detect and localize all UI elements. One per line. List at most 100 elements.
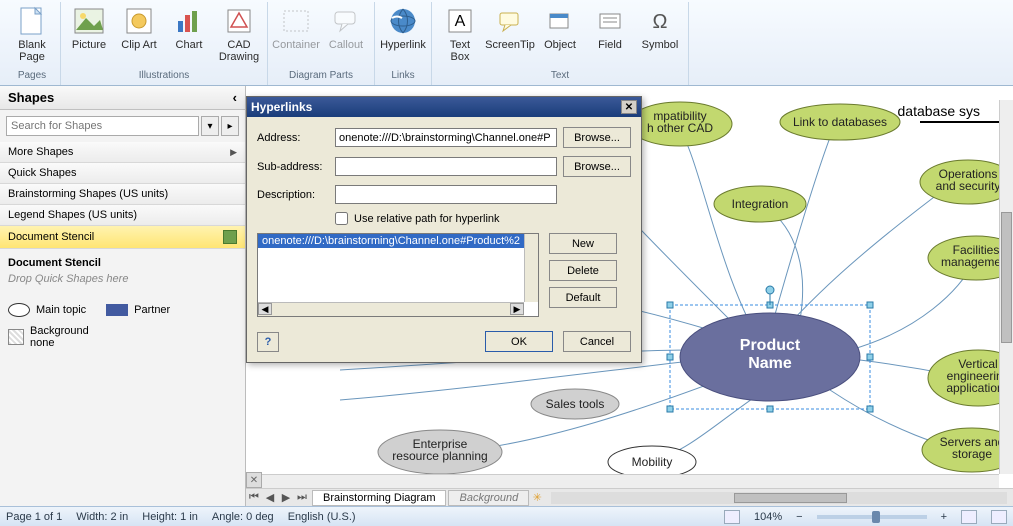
shape-background-none[interactable]: Background none <box>8 325 89 349</box>
dialog-close-button[interactable]: ✕ <box>621 100 637 114</box>
default-hyperlink-button[interactable]: Default <box>549 287 617 308</box>
doc-stencil-hint: Drop Quick Shapes here <box>8 273 237 285</box>
stencil-legend[interactable]: Legend Shapes (US units) <box>0 205 245 226</box>
text-box-button[interactable]: AText Box <box>436 2 484 68</box>
shapes-search-row: ▾ ▸ <box>0 110 245 142</box>
group-label-text: Text <box>551 68 569 83</box>
zoom-slider[interactable] <box>817 515 927 519</box>
vertical-scrollbar[interactable] <box>999 100 1013 474</box>
symbol-button[interactable]: ΩSymbol <box>636 2 684 68</box>
new-page-button[interactable]: ✳ <box>529 490 545 506</box>
blank-page-button[interactable]: Blank Page <box>8 2 56 68</box>
svg-text:ProductName: ProductName <box>740 337 801 372</box>
stencil-more-shapes[interactable]: More Shapes▶ <box>0 142 245 163</box>
node-opsec[interactable]: Operationsand security <box>920 160 1000 204</box>
ok-button[interactable]: OK <box>485 331 553 352</box>
stencil-icon <box>223 230 237 244</box>
stencil-quick-shapes[interactable]: Quick Shapes <box>0 163 245 184</box>
shapes-panel-header: Shapes ‹ <box>0 86 245 110</box>
chart-icon <box>173 5 205 37</box>
new-hyperlink-button[interactable]: New <box>549 233 617 254</box>
svg-text:mpatibilityh other CAD: mpatibilityh other CAD <box>647 109 713 135</box>
diagram-title: database sys <box>898 103 981 119</box>
object-icon <box>544 5 576 37</box>
hyperlinks-listbox[interactable]: onenote:///D:\brainstorming\Channel.one#… <box>257 233 539 317</box>
rect-icon <box>106 304 128 316</box>
search-shapes-input[interactable] <box>6 116 199 136</box>
description-input[interactable] <box>335 185 557 204</box>
node-sales[interactable]: Sales tools <box>531 389 619 419</box>
hyperlink-icon <box>387 5 419 37</box>
node-integration[interactable]: Integration <box>714 186 806 222</box>
dialog-titlebar[interactable]: Hyperlinks ✕ <box>247 97 641 117</box>
browse-address-button[interactable]: Browse... <box>563 127 631 148</box>
page-tab-active[interactable]: Brainstorming Diagram <box>312 490 446 506</box>
chevron-left-icon[interactable]: ‹ <box>233 90 237 105</box>
last-page-button[interactable]: ⏭ <box>294 490 310 506</box>
shapes-panel: Shapes ‹ ▾ ▸ More Shapes▶ Quick Shapes B… <box>0 86 246 506</box>
fit-page-button[interactable] <box>961 510 977 524</box>
list-horizontal-scrollbar[interactable]: ◀▶ <box>258 302 524 316</box>
horizontal-scrollbar-canvas[interactable] <box>260 474 999 488</box>
shape-main-topic[interactable]: Main topic <box>8 303 86 317</box>
shape-partner[interactable]: Partner <box>106 303 170 317</box>
svg-text:Operationsand security: Operationsand security <box>936 167 1000 193</box>
ribbon-group-pages: Blank Page Pages <box>4 2 61 85</box>
ribbon-group-links: Hyperlink Links <box>375 2 432 85</box>
subaddress-input[interactable] <box>335 157 557 176</box>
dialog-help-button[interactable]: ? <box>257 332 279 352</box>
screentip-button[interactable]: ScreenTip <box>486 2 534 68</box>
chevron-right-icon: ▶ <box>230 147 237 158</box>
node-linkdb[interactable]: Link to databases <box>780 104 900 140</box>
group-label-links: Links <box>391 68 414 83</box>
status-width: Width: 2 in <box>76 511 128 523</box>
relative-path-checkbox[interactable] <box>335 212 348 225</box>
address-input[interactable] <box>335 128 557 147</box>
delete-hyperlink-button[interactable]: Delete <box>549 260 617 281</box>
cad-icon <box>223 5 255 37</box>
hyperlink-button[interactable]: Hyperlink <box>379 2 427 68</box>
search-dropdown-button[interactable]: ▾ <box>201 116 219 136</box>
full-screen-button[interactable] <box>991 510 1007 524</box>
zoom-in-button[interactable]: + <box>941 511 947 523</box>
cancel-button[interactable]: Cancel <box>563 331 631 352</box>
node-product-name[interactable]: ProductName <box>667 286 873 412</box>
chart-button[interactable]: Chart <box>165 2 213 68</box>
callout-icon <box>330 5 362 37</box>
cad-drawing-button[interactable]: CAD Drawing <box>215 2 263 68</box>
status-bar: Page 1 of 1 Width: 2 in Height: 1 in Ang… <box>0 506 1013 526</box>
search-go-button[interactable]: ▸ <box>221 116 239 136</box>
svg-text:Sales tools: Sales tools <box>546 397 605 411</box>
clip-art-button[interactable]: Clip Art <box>115 2 163 68</box>
list-vertical-scrollbar[interactable] <box>524 234 538 302</box>
field-button[interactable]: Field <box>586 2 634 68</box>
node-enterprise[interactable]: Enterpriseresource planning <box>378 430 502 474</box>
zoom-out-button[interactable]: − <box>796 511 802 523</box>
stencil-brainstorming[interactable]: Brainstorming Shapes (US units) <box>0 184 245 205</box>
ribbon-group-diagram-parts: Container Callout Diagram Parts <box>268 2 375 85</box>
first-page-button[interactable]: ⏮ <box>246 490 262 506</box>
node-facilities[interactable]: Facilitiesmanagement <box>928 236 1000 280</box>
hyperlink-list-item[interactable]: onenote:///D:\brainstorming\Channel.one#… <box>258 234 538 248</box>
close-shapes-panel-button[interactable]: ✕ <box>246 472 262 488</box>
stencil-document[interactable]: Document Stencil <box>0 226 245 249</box>
ribbon-group-illustrations: Picture Clip Art Chart CAD Drawing Illus… <box>61 2 268 85</box>
screentip-icon <box>494 5 526 37</box>
node-servers[interactable]: Servers andstorage <box>922 428 1000 472</box>
macro-record-icon[interactable] <box>724 510 740 524</box>
page-tabs-bar: ⏮ ◀ ▶ ⏭ Brainstorming Diagram Background… <box>246 488 1013 506</box>
object-button[interactable]: Object <box>536 2 584 68</box>
browse-subaddress-button[interactable]: Browse... <box>563 156 631 177</box>
field-icon <box>594 5 626 37</box>
prev-page-button[interactable]: ◀ <box>262 490 278 506</box>
node-compat[interactable]: mpatibilityh other CAD <box>628 102 732 146</box>
horizontal-scrollbar[interactable] <box>551 492 1007 504</box>
status-height: Height: 1 in <box>142 511 198 523</box>
node-vertical[interactable]: Verticalengineeringapplications <box>928 350 1000 406</box>
svg-text:Ω: Ω <box>653 11 668 33</box>
picture-button[interactable]: Picture <box>65 2 113 68</box>
ribbon: Blank Page Pages Picture Clip Art Chart … <box>0 0 1013 86</box>
page-tab-background[interactable]: Background <box>448 490 529 506</box>
next-page-button[interactable]: ▶ <box>278 490 294 506</box>
stencil-list: More Shapes▶ Quick Shapes Brainstorming … <box>0 142 245 249</box>
